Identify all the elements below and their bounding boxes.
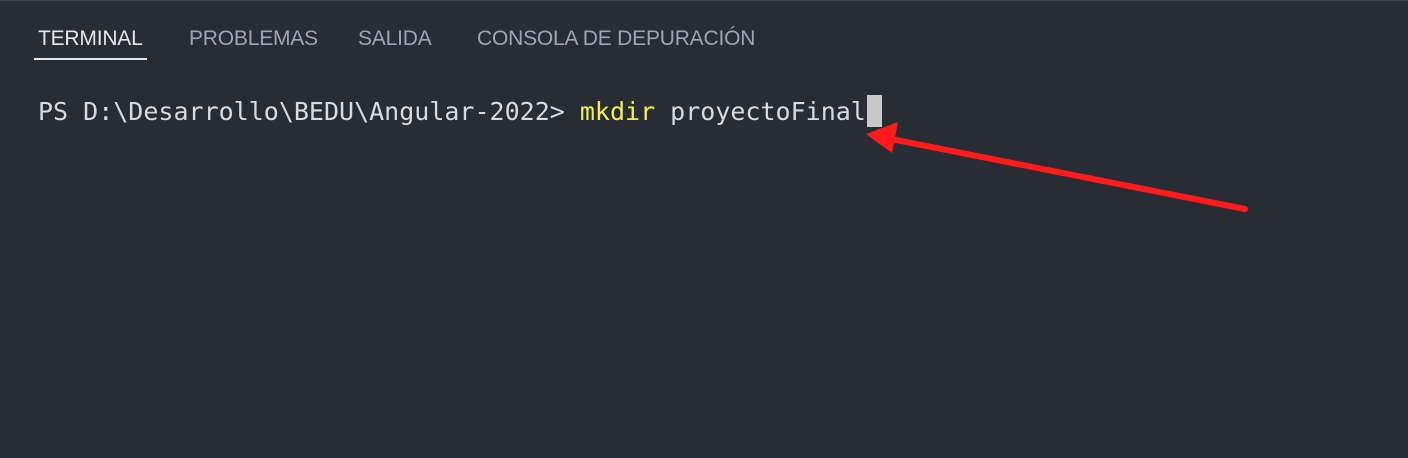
terminal-panel: TERMINAL PROBLEMAS SALIDA CONSOLA DE DEP… (0, 0, 1408, 458)
tab-terminal[interactable]: TERMINAL (34, 24, 147, 60)
terminal-command: mkdir (579, 97, 656, 126)
tab-salida[interactable]: SALIDA (358, 24, 432, 60)
terminal-prompt: PS D:\Desarrollo\BEDU\Angular-2022> (38, 97, 580, 126)
terminal-cursor (866, 95, 882, 127)
terminal-output[interactable]: PS D:\Desarrollo\BEDU\Angular-2022> mkdi… (0, 62, 1408, 458)
panel-tabs: TERMINAL PROBLEMAS SALIDA CONSOLA DE DEP… (0, 0, 1408, 62)
terminal-argument: proyectoFinal (655, 97, 866, 126)
tab-consola-de-depuracion[interactable]: CONSOLA DE DEPURACIÓN (477, 24, 755, 60)
terminal-line: PS D:\Desarrollo\BEDU\Angular-2022> mkdi… (38, 94, 882, 130)
tab-problemas[interactable]: PROBLEMAS (189, 24, 318, 60)
